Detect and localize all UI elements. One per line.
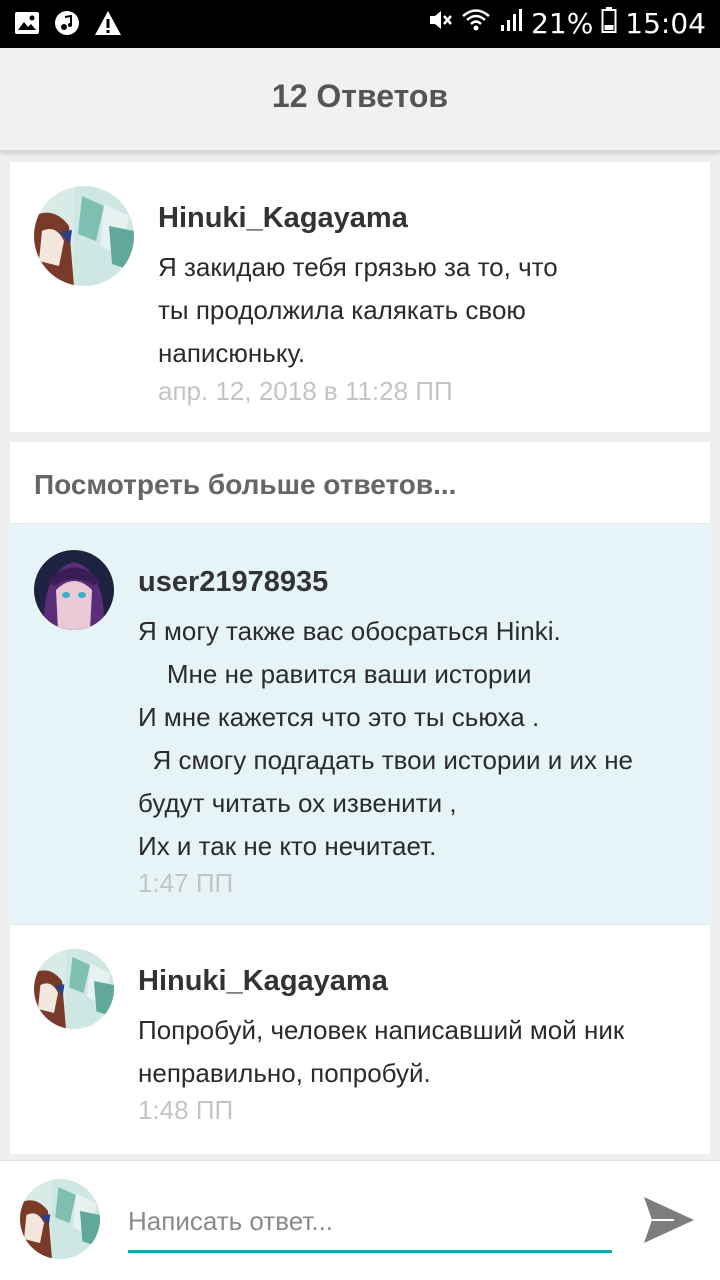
avatar[interactable] xyxy=(34,949,114,1029)
comment-timestamp: апр. 12, 2018 в 11:28 ПП xyxy=(158,376,453,406)
clock: 15:04 xyxy=(625,7,706,40)
warning-icon xyxy=(94,10,122,41)
mute-icon xyxy=(427,7,453,40)
reply-author[interactable]: Hinuki_Kagayama xyxy=(138,965,388,998)
comment-text: Я закидаю тебя грязью за то, что ты прод… xyxy=(158,252,558,368)
battery-percent: 21% xyxy=(531,7,594,40)
reply-input[interactable] xyxy=(128,1201,612,1253)
wifi-icon xyxy=(461,7,491,40)
reply-author[interactable]: user21978935 xyxy=(138,566,328,599)
send-icon xyxy=(644,1197,694,1243)
avatar xyxy=(20,1179,100,1259)
status-bar: 21% 15:04 xyxy=(0,0,720,48)
comment-author[interactable]: Hinuki_Kagayama xyxy=(158,202,408,235)
reply-timestamp: 1:48 ПП xyxy=(138,1095,234,1125)
send-button[interactable] xyxy=(640,1191,698,1254)
battery-icon xyxy=(601,6,617,41)
parent-comment: Hinuki_Kagayama Я закидаю тебя грязью за… xyxy=(10,162,710,432)
load-more-replies-label[interactable]: Посмотреть больше ответов... xyxy=(34,469,456,501)
reply-text: Я могу также вас обосраться Hinki. Мне н… xyxy=(138,616,634,861)
avatar[interactable] xyxy=(34,550,114,630)
reply-item: Hinuki_Kagayama Попробуй, человек написа… xyxy=(10,924,710,1154)
reply-composer xyxy=(0,1160,720,1280)
avatar[interactable] xyxy=(34,186,134,286)
page-title: 12 Ответов xyxy=(271,78,449,114)
app-header: 12 Ответов xyxy=(0,48,720,152)
music-icon xyxy=(54,10,80,41)
signal-icon xyxy=(499,7,523,40)
image-icon xyxy=(14,11,40,40)
reply-timestamp: 1:47 ПП xyxy=(138,868,234,898)
load-more-replies[interactable]: Посмотреть больше ответов... xyxy=(10,442,710,524)
reply-text: Попробуй, человек написавший мой ник неп… xyxy=(138,1015,625,1088)
reply-item: user21978935 Я могу также вас обосраться… xyxy=(10,524,710,924)
